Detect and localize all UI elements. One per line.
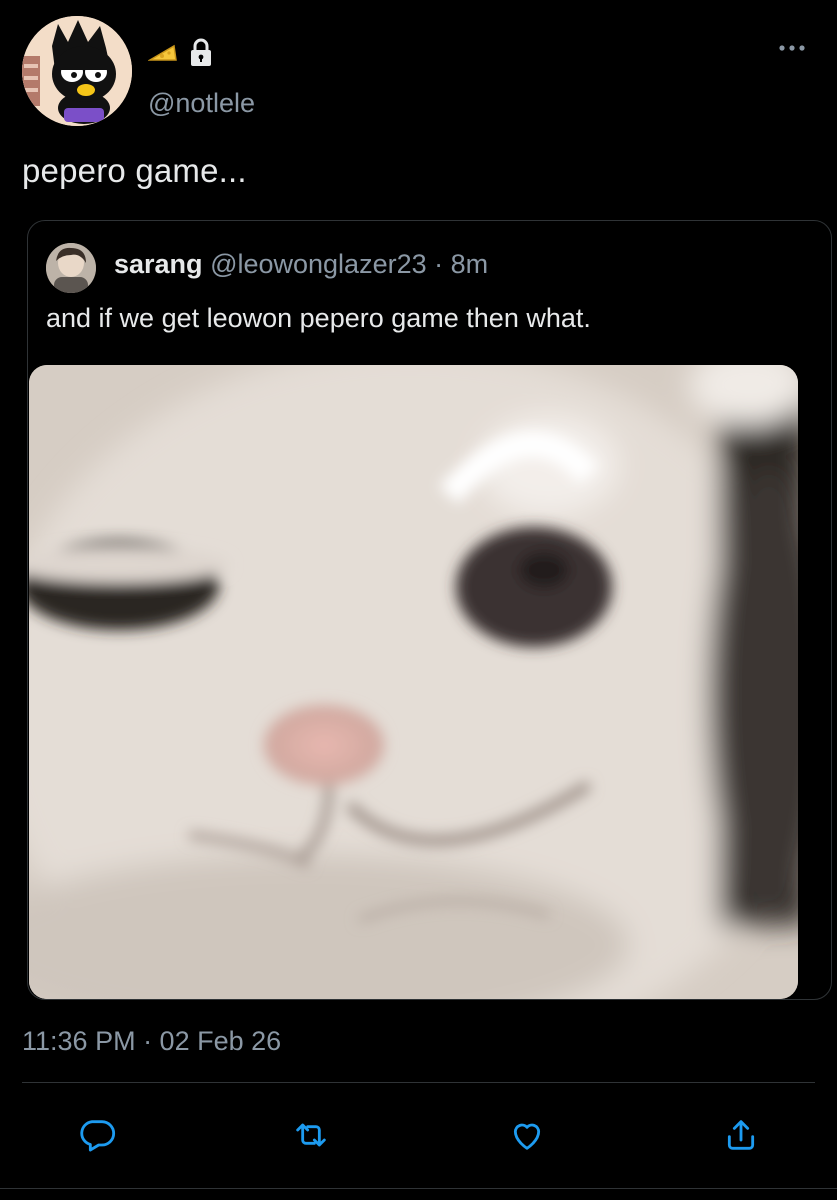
like-icon[interactable]	[502, 1110, 552, 1160]
tweet-media-cat-image[interactable]	[29, 365, 798, 999]
reply-icon[interactable]	[72, 1110, 122, 1160]
quoted-tweet[interactable]: sarang @leowonglazer23 · 8m and if we ge…	[27, 220, 832, 1000]
divider	[0, 1188, 837, 1189]
tweet-text: pepero game...	[22, 152, 247, 189]
share-icon[interactable]	[716, 1110, 766, 1160]
author-handle[interactable]: @notlele	[148, 88, 255, 119]
lock-icon	[188, 38, 214, 73]
quoted-author-name[interactable]: sarang	[114, 249, 203, 279]
quoted-author-meta: @leowonglazer23 · 8m	[210, 249, 489, 279]
quoted-header: sarang @leowonglazer23 · 8m	[114, 249, 488, 280]
action-bar	[0, 1110, 837, 1160]
retweet-icon[interactable]	[286, 1110, 336, 1160]
more-options-icon[interactable]	[777, 40, 807, 56]
author-badges	[147, 38, 214, 73]
author-avatar[interactable]	[22, 16, 132, 126]
cheese-icon	[147, 42, 178, 69]
quoted-author-avatar[interactable]	[46, 243, 96, 293]
divider	[22, 1082, 815, 1083]
quoted-tweet-text: and if we get leowon pepero game then wh…	[46, 303, 591, 333]
tweet-timestamp[interactable]: 11:36 PM · 02 Feb 26	[22, 1026, 281, 1057]
